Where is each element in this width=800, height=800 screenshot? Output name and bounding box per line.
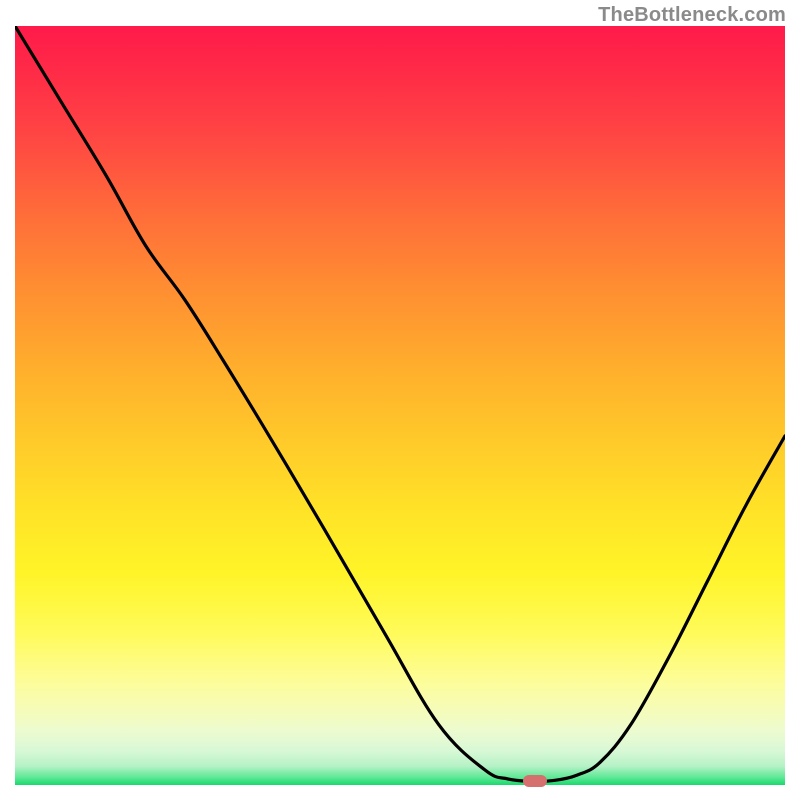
curve-svg [15,26,785,785]
watermark-text: TheBottleneck.com [598,4,786,27]
plot-area [15,26,785,785]
bottleneck-curve-path [15,26,785,781]
optimum-marker [523,775,547,787]
chart-container: TheBottleneck.com [0,0,800,800]
